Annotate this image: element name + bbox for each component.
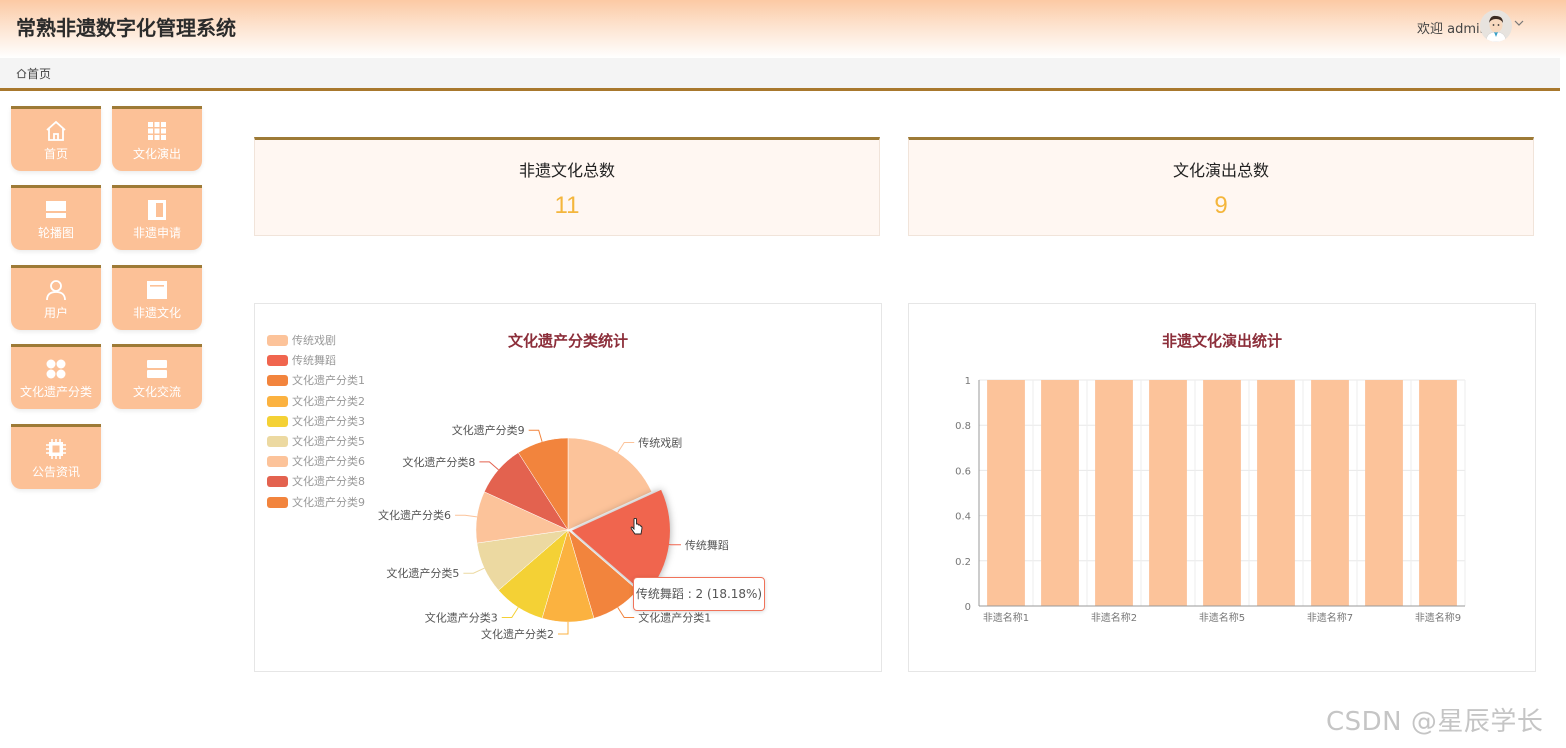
sidebar-item-label: 文化遗产分类	[19, 385, 92, 399]
avatar-icon	[1480, 10, 1512, 42]
stat-title: 文化演出总数	[1172, 161, 1269, 180]
pie-slice-label: 文化遗产分类9	[452, 423, 525, 437]
stat-title: 非遗文化总数	[518, 161, 615, 180]
watermark: CSDN @星辰学长	[1326, 707, 1544, 737]
y-tick-label: 0.4	[955, 512, 971, 523]
home-icon	[46, 120, 66, 141]
pie-label-line	[617, 442, 635, 453]
bar[interactable]	[1203, 380, 1241, 606]
chevron-down-icon[interactable]	[1514, 18, 1524, 31]
sidebar-item-notice[interactable]: 公告资讯	[11, 424, 101, 489]
pie-label-line	[617, 607, 635, 618]
y-tick-label: 0	[965, 602, 971, 613]
pie-label-line	[501, 607, 519, 618]
x-tick-label: 非遗名称7	[1307, 611, 1353, 624]
home-icon	[16, 68, 27, 79]
pie-slice-label: 文化遗产分类8	[402, 455, 475, 469]
bar[interactable]	[1365, 380, 1403, 606]
panel-icon	[148, 200, 166, 220]
breadcrumb-home-label: 首页	[27, 67, 52, 81]
sidebar-item-label: 首页	[43, 147, 68, 161]
carousel-icon	[46, 201, 66, 218]
stat-card-performance-total: 文化演出总数 9	[908, 137, 1534, 236]
pie-slice-label: 文化遗产分类6	[378, 508, 451, 522]
y-tick-label: 1	[965, 376, 971, 387]
stat-value: 11	[554, 192, 580, 219]
sidebar-item-label: 非遗申请	[132, 226, 181, 240]
sidebar-item-culture[interactable]: 非遗文化	[112, 265, 202, 330]
pie-slice-label: 文化遗产分类1	[638, 610, 711, 624]
sidebar-item-carousel[interactable]: 轮播图	[11, 185, 101, 250]
sidebar-item-home[interactable]: 首页	[11, 106, 101, 171]
sidebar-item-performance[interactable]: 文化演出	[112, 106, 202, 171]
top-header: 常熟非遗数字化管理系统 欢迎 admin	[0, 0, 1566, 58]
sidebar-item-label: 用户	[43, 306, 68, 320]
chart-tooltip: 传统舞蹈 : 2 (18.18%)	[633, 577, 765, 611]
x-tick-label: 非遗名称1	[983, 611, 1029, 624]
sidebar-item-label: 轮播图	[37, 226, 74, 240]
category-icon	[46, 359, 66, 379]
sidebar-item-label: 文化演出	[132, 147, 181, 161]
pie-slice-label: 文化遗产分类5	[386, 566, 459, 580]
sidebar-item-apply[interactable]: 非遗申请	[112, 185, 202, 250]
bar-chart: 0 0.2 0.4 0.6 0.8 1 非遗名称1 非遗名称2 非遗名称5 非遗名称7 非遗名称9	[955, 376, 1466, 624]
pie-slice-label: 传统戏剧	[638, 437, 682, 450]
bar[interactable]	[1257, 380, 1295, 606]
welcome-text: 欢迎 admin	[1417, 22, 1488, 37]
list-icon	[147, 360, 167, 378]
x-tick-label: 非遗名称5	[1199, 611, 1245, 624]
pie-label-line	[558, 622, 569, 635]
x-tick-label: 非遗名称2	[1091, 611, 1137, 624]
pie-chart: 传统戏剧传统舞蹈文化遗产分类1 文化遗产分类2 文化遗产分类3 文化遗产分类5 文化遗产…	[378, 423, 729, 641]
pie-label-line	[479, 461, 499, 471]
sidebar-item-label: 公告资讯	[31, 465, 80, 479]
pointer-cursor-icon	[630, 517, 644, 541]
pie-label-line	[463, 567, 485, 574]
bar[interactable]	[1149, 380, 1187, 606]
user-icon	[46, 280, 66, 301]
bar-chart-panel: 非遗文化演出统计 0 0.2 0.4 0.6 0.8 1 非遗名称1 非遗名称2 非遗名称5 非遗…	[908, 303, 1536, 672]
bar[interactable]	[987, 380, 1025, 606]
grid-icon	[148, 122, 166, 140]
pie-label-line	[455, 514, 478, 518]
stat-card-heritage-total: 非遗文化总数 11	[254, 137, 880, 236]
pie-slice-label: 文化遗产分类2	[481, 627, 554, 641]
sidebar-item-exchange[interactable]: 文化交流	[112, 344, 202, 409]
sidebar-item-category[interactable]: 文化遗产分类	[11, 344, 101, 409]
chip-icon	[46, 439, 66, 459]
pie-slice-label: 传统舞蹈	[685, 539, 729, 552]
app-title: 常熟非遗数字化管理系统	[16, 16, 236, 40]
bar[interactable]	[1419, 380, 1457, 606]
breadcrumb: 首页	[0, 58, 1560, 91]
breadcrumb-home[interactable]: 首页	[16, 65, 51, 82]
bar[interactable]	[1311, 380, 1349, 606]
sidebar-item-label: 文化交流	[132, 385, 181, 399]
stat-value: 9	[1214, 192, 1228, 219]
avatar[interactable]	[1480, 10, 1512, 42]
pie-slice-label: 文化遗产分类3	[425, 610, 498, 624]
bar[interactable]	[1095, 380, 1133, 606]
sidebar-item-label: 非遗文化	[132, 306, 181, 320]
x-tick-label: 非遗名称9	[1415, 611, 1461, 624]
y-tick-label: 0.2	[955, 557, 971, 568]
y-tick-label: 0.6	[955, 466, 971, 477]
window-icon	[147, 281, 167, 299]
sidebar-item-users[interactable]: 用户	[11, 265, 101, 330]
pie-label-line	[528, 429, 543, 442]
bar[interactable]	[1041, 380, 1079, 606]
pie-chart-panel: 文化遗产分类统计 传统戏剧 传统舞蹈 文化遗产分类1 文化遗产分类2 文化遗产分类3 文化…	[254, 303, 882, 672]
y-tick-label: 0.8	[955, 421, 971, 432]
